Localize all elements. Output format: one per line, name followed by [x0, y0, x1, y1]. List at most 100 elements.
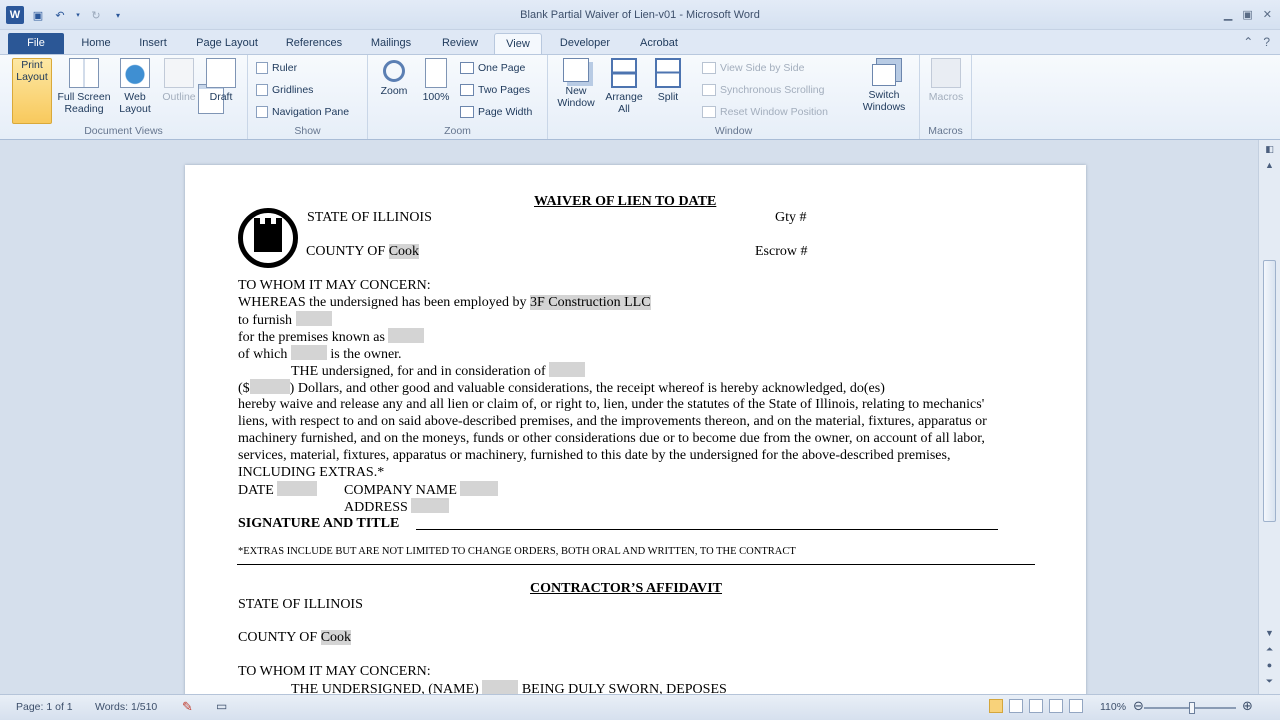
- ruler-checkbox-box[interactable]: [256, 62, 268, 74]
- print-layout-button[interactable]: Print Layout: [12, 58, 224, 124]
- ribbon-view: Print Layout Full Screen Reading Web Lay…: [0, 54, 1280, 140]
- outline-view-icon[interactable]: [1049, 699, 1063, 713]
- premises-line: for the premises known as: [238, 328, 425, 346]
- scrollbar-thumb[interactable]: [1263, 260, 1276, 522]
- tab-page-layout[interactable]: Page Layout: [186, 33, 268, 54]
- word-count[interactable]: Words: 1/510: [95, 701, 157, 713]
- page-count[interactable]: Page: 1 of 1: [16, 701, 73, 713]
- extras-footnote: *EXTRAS INCLUDE BUT ARE NOT LIMITED TO C…: [238, 546, 796, 557]
- split-button[interactable]: Split: [646, 58, 690, 103]
- company-name-line: COMPANY NAME: [344, 481, 499, 499]
- group-macros: Macros Macros: [920, 55, 972, 139]
- zoom-100-button[interactable]: 100%: [416, 58, 456, 103]
- signature-line: [416, 529, 998, 530]
- premises-field[interactable]: [388, 328, 425, 343]
- group-label-zoom: Zoom: [444, 125, 471, 137]
- tab-home[interactable]: Home: [72, 33, 120, 54]
- minimize-ribbon-icon[interactable]: ⌃: [1243, 35, 1253, 49]
- document-page[interactable]: WAIVER OF LIEN TO DATE STATE OF ILLINOIS…: [185, 165, 1086, 694]
- vertical-scrollbar[interactable]: ◧ ▲ ▼ ⏶ ● ⏷: [1258, 140, 1280, 694]
- outline-button[interactable]: Outline: [156, 58, 202, 103]
- furnish-field[interactable]: [295, 311, 332, 326]
- waiver-para-2: liens, with respect to and on said above…: [238, 414, 987, 429]
- full-screen-view-icon[interactable]: [1009, 699, 1023, 713]
- navigation-pane-checkbox[interactable]: Navigation Pane: [256, 103, 349, 121]
- zoom-level[interactable]: 110%: [1100, 701, 1126, 713]
- address-line: ADDRESS: [344, 498, 450, 516]
- waiver-para-3: machinery furnished, and on the moneys, …: [238, 431, 985, 446]
- macro-record-icon[interactable]: ▭: [216, 699, 227, 713]
- group-label-macros: Macros: [928, 125, 963, 137]
- navigation-pane-checkbox-box[interactable]: [256, 106, 268, 118]
- undersigned-name-line: THE UNDERSIGNED, (NAME) BEING DULY SWORN…: [291, 680, 727, 694]
- previous-page-icon[interactable]: ⏶: [1262, 644, 1277, 655]
- dollars-line: ($) Dollars, and other good and valuable…: [238, 379, 885, 396]
- print-layout-view-icon[interactable]: [989, 699, 1003, 713]
- zoom-100-icon: [425, 58, 447, 88]
- page-width-button[interactable]: Page Width: [460, 103, 532, 121]
- split-icon: [655, 58, 681, 88]
- tab-insert[interactable]: Insert: [130, 33, 176, 54]
- owner-field[interactable]: [290, 345, 327, 360]
- reset-window-position-button[interactable]: Reset Window Position: [702, 103, 828, 121]
- escrow-label: Escrow #: [755, 244, 808, 259]
- county-field-2[interactable]: Cook: [320, 630, 352, 645]
- company-name-field[interactable]: [460, 481, 499, 496]
- group-label-document-views: Document Views: [84, 125, 163, 137]
- county-line-2: COUNTY OF Cook: [238, 630, 352, 645]
- close-icon[interactable]: ✕: [1263, 8, 1272, 21]
- zoom-slider-knob[interactable]: [1189, 702, 1195, 714]
- whereas-line: WHEREAS the undersigned has been employe…: [238, 295, 651, 310]
- date-line: DATE: [238, 481, 318, 499]
- tab-file[interactable]: File: [8, 33, 64, 54]
- consideration-field[interactable]: [549, 362, 586, 377]
- tab-mailings[interactable]: Mailings: [360, 33, 422, 54]
- address-field[interactable]: [411, 498, 450, 513]
- section-divider: [237, 564, 1035, 565]
- new-window-button[interactable]: New Window: [552, 58, 600, 109]
- date-field[interactable]: [277, 481, 318, 496]
- full-screen-reading-button[interactable]: Full Screen Reading: [56, 58, 112, 115]
- ribbon-right-controls: ⌃ ?: [1243, 35, 1270, 49]
- tab-references[interactable]: References: [278, 33, 350, 54]
- arrange-all-button[interactable]: Arrange All: [602, 58, 646, 115]
- browse-object-icon[interactable]: ●: [1262, 660, 1277, 670]
- dollars-field[interactable]: [249, 379, 290, 394]
- company-field[interactable]: 3F Construction LLC: [530, 295, 651, 310]
- switch-windows-button[interactable]: Switch Windows: [852, 58, 916, 113]
- to-whom-line-2: TO WHOM IT MAY CONCERN:: [238, 664, 431, 679]
- next-page-icon[interactable]: ⏷: [1262, 676, 1277, 687]
- gridlines-checkbox[interactable]: Gridlines: [256, 81, 313, 99]
- web-layout-view-icon[interactable]: [1029, 699, 1043, 713]
- proofing-icon[interactable]: ✎: [182, 699, 193, 715]
- view-side-by-side-button[interactable]: View Side by Side: [702, 59, 804, 77]
- gridlines-checkbox-box[interactable]: [256, 84, 268, 96]
- draft-view-icon[interactable]: [1069, 699, 1083, 713]
- tab-review[interactable]: Review: [432, 33, 488, 54]
- zoom-in-icon[interactable]: ⊕: [1242, 698, 1253, 714]
- web-layout-button[interactable]: Web Layout: [114, 58, 156, 115]
- help-icon[interactable]: ?: [1263, 35, 1270, 49]
- draft-button[interactable]: Draft: [200, 58, 242, 103]
- scroll-up-icon[interactable]: ▲: [1262, 160, 1277, 170]
- synchronous-scrolling-button[interactable]: Synchronous Scrolling: [702, 81, 824, 99]
- tab-acrobat[interactable]: Acrobat: [630, 33, 688, 54]
- zoom-button[interactable]: Zoom: [372, 58, 416, 97]
- two-pages-button[interactable]: Two Pages: [460, 81, 530, 99]
- scroll-down-icon[interactable]: ▼: [1262, 628, 1277, 638]
- tab-developer[interactable]: Developer: [550, 33, 620, 54]
- minimize-icon[interactable]: ▁: [1224, 8, 1232, 21]
- status-bar: Page: 1 of 1 Words: 1/510 ✎ ▭ 110% ⊖ ⊕: [0, 694, 1280, 720]
- full-screen-reading-icon: [69, 58, 99, 88]
- one-page-button[interactable]: One Page: [460, 59, 525, 77]
- maximize-icon[interactable]: ▣: [1242, 8, 1252, 21]
- gty-label: Gty #: [775, 210, 807, 225]
- name-field[interactable]: [482, 680, 519, 694]
- ruler-checkbox[interactable]: Ruler: [256, 59, 297, 77]
- tab-view[interactable]: View: [494, 33, 542, 54]
- zoom-out-icon[interactable]: ⊖: [1133, 698, 1144, 714]
- macros-button[interactable]: Macros: [923, 58, 969, 103]
- county-field[interactable]: Cook: [388, 244, 420, 259]
- ruler-toggle-icon[interactable]: ◧: [1262, 144, 1277, 155]
- zoom-slider[interactable]: [1144, 702, 1236, 714]
